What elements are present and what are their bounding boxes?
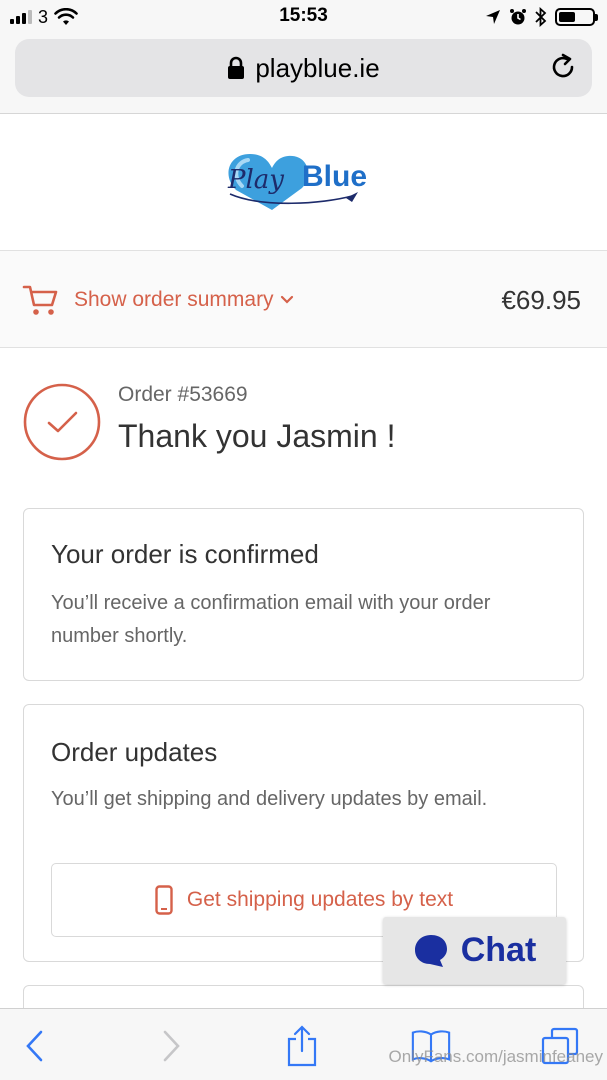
share-button[interactable] — [281, 1025, 323, 1067]
chevron-right-icon — [163, 1030, 180, 1062]
cart-icon — [22, 285, 58, 315]
chevron-left-icon — [26, 1030, 43, 1062]
svg-text:Blue: Blue — [302, 160, 367, 193]
order-confirmed-text: You’ll receive a confirmation email with… — [51, 592, 491, 647]
order-updates-heading: Order updates — [51, 737, 218, 767]
address-content: playblue.ie — [15, 39, 592, 97]
battery-icon — [555, 8, 598, 26]
thank-you-heading: Thank you Jasmin ! — [118, 418, 396, 454]
playblue-logo[interactable]: Play Blue — [222, 146, 387, 214]
bluetooth-icon — [535, 7, 547, 27]
mobile-phone-icon — [155, 885, 173, 915]
show-order-summary-toggle[interactable]: Show order summary — [22, 281, 294, 319]
chat-button[interactable]: Chat — [383, 917, 566, 984]
chat-bubble-icon — [414, 934, 447, 967]
checkmark-circle-icon — [23, 383, 101, 461]
show-order-summary-label: Show order summary — [74, 288, 274, 311]
svg-text:Play: Play — [227, 165, 284, 195]
status-bar-right — [485, 6, 598, 28]
watermark: OnlyFans.com/jasminfeaney — [388, 1047, 603, 1066]
reload-icon[interactable] — [548, 52, 578, 82]
chevron-down-icon — [280, 295, 293, 304]
back-button[interactable] — [14, 1025, 56, 1067]
order-total: €69.95 — [501, 285, 581, 315]
get-shipping-updates-label: Get shipping updates by text — [186, 888, 454, 911]
store-header: Play Blue — [0, 114, 607, 251]
share-icon — [287, 1025, 317, 1067]
url-text: playblue.ie — [255, 52, 380, 83]
alarm-icon — [510, 9, 526, 25]
status-bar: 3 15:53 — [0, 0, 607, 34]
order-confirmed-card: Your order is confirmed You’ll receive a… — [23, 508, 584, 681]
order-updates-text: You’ll get shipping and delivery updates… — [51, 788, 488, 810]
browser-toolbar — [0, 1008, 607, 1080]
location-arrow-icon — [486, 10, 500, 24]
order-number: Order #53669 — [118, 383, 248, 406]
forward-button[interactable] — [150, 1025, 192, 1067]
chat-label: Chat — [460, 931, 537, 969]
address-bar[interactable]: playblue.ie — [15, 39, 592, 97]
order-confirmed-heading: Your order is confirmed — [51, 539, 319, 569]
lock-icon — [228, 56, 245, 79]
order-summary-bar: Show order summary €69.95 — [0, 251, 607, 348]
battery-level — [559, 12, 575, 22]
browser-address-area: playblue.ie — [0, 34, 607, 114]
